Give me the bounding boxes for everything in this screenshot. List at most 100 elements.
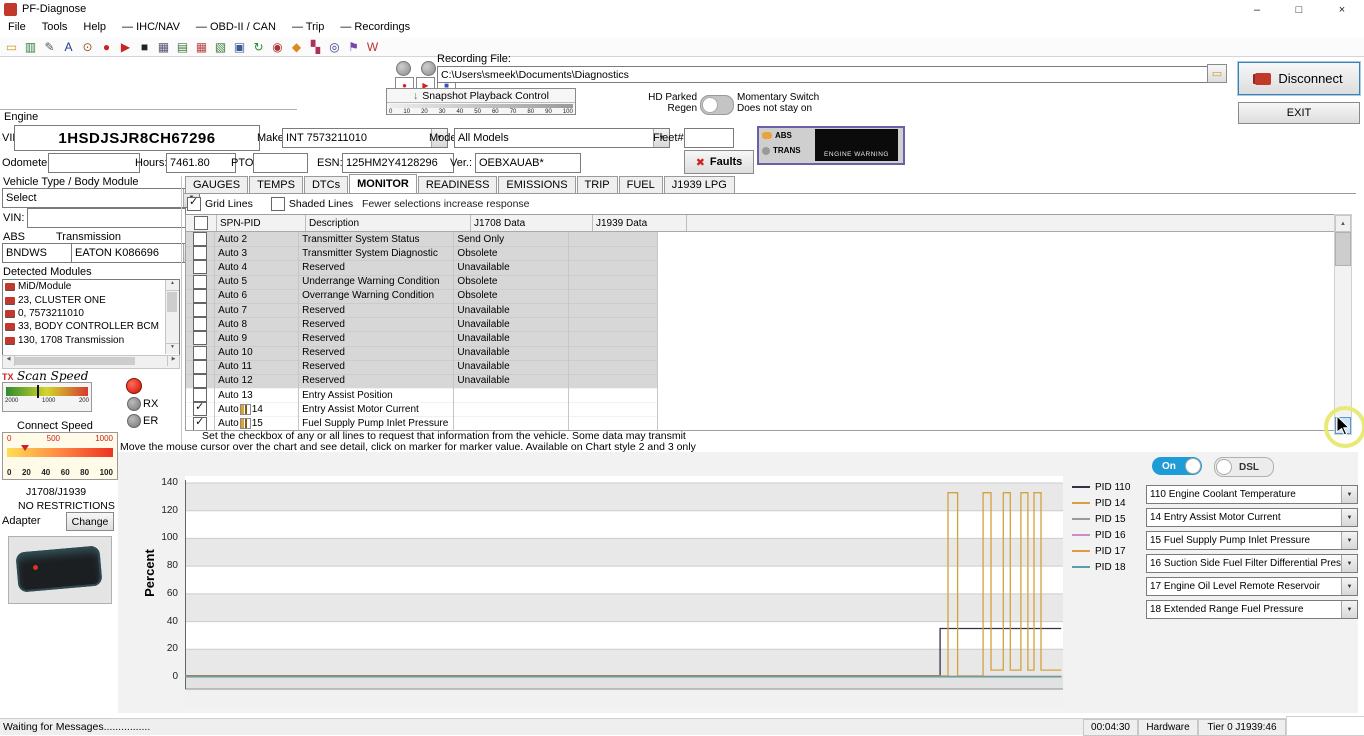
browse-folder-button[interactable]: ▭ bbox=[1207, 64, 1227, 83]
table-row[interactable]: Auto 7ReservedUnavailable bbox=[186, 303, 658, 317]
odometer-input[interactable] bbox=[48, 153, 140, 173]
row-checkbox[interactable] bbox=[193, 417, 207, 431]
snapshot-playback-control[interactable]: ↓ Snapshot Playback Control 010203040506… bbox=[386, 88, 576, 115]
scroll-thumb[interactable] bbox=[167, 292, 177, 312]
tab-emissions[interactable]: EMISSIONS bbox=[498, 176, 575, 194]
image-icon[interactable]: ▧ bbox=[212, 39, 229, 55]
row-checkbox[interactable] bbox=[193, 246, 207, 260]
model-dropdown[interactable]: All Models bbox=[454, 128, 670, 148]
monitor-chart[interactable] bbox=[185, 476, 1063, 708]
table-row[interactable]: Auto 12ReservedUnavailable bbox=[186, 374, 658, 388]
grid-lines-checkbox[interactable] bbox=[187, 197, 201, 211]
sidebar-vin-input[interactable] bbox=[27, 208, 186, 228]
watermark-icon[interactable]: W bbox=[364, 39, 381, 55]
menu-item-ihc-nav[interactable]: — IHC/NAV bbox=[114, 20, 188, 35]
chart-on-toggle[interactable]: On bbox=[1152, 457, 1202, 475]
scroll-right-icon[interactable]: ▶ bbox=[167, 356, 179, 366]
calendar-icon[interactable]: ▦ bbox=[155, 39, 172, 55]
pid-selector[interactable]: 15 Fuel Supply Pump Inlet Pressure bbox=[1146, 531, 1358, 550]
exit-button[interactable]: EXIT bbox=[1238, 102, 1360, 124]
row-checkbox[interactable] bbox=[193, 346, 207, 360]
header-checkbox[interactable] bbox=[194, 216, 208, 230]
table-row[interactable]: Auto 14Entry Assist Motor Current bbox=[186, 402, 658, 416]
close-button[interactable]: × bbox=[1320, 0, 1364, 20]
edit-icon[interactable]: ✎ bbox=[41, 39, 58, 55]
dsl-toggle[interactable]: DSL bbox=[1214, 457, 1274, 477]
module-scan-icon[interactable]: ▥ bbox=[22, 39, 39, 55]
row-checkbox[interactable] bbox=[193, 317, 207, 331]
table-row[interactable]: Auto 6Overrange Warning ConditionObsolet… bbox=[186, 289, 658, 303]
menu-item-trip[interactable]: — Trip bbox=[284, 20, 332, 35]
refresh-icon[interactable]: ↻ bbox=[250, 39, 267, 55]
play-icon[interactable]: ▶ bbox=[117, 39, 134, 55]
menu-item-obd-ii-can[interactable]: — OBD-II / CAN bbox=[188, 20, 284, 35]
table-row[interactable]: Auto 4ReservedUnavailable bbox=[186, 260, 658, 274]
row-checkbox[interactable] bbox=[193, 374, 207, 388]
row-checkbox[interactable] bbox=[193, 232, 207, 246]
row-checkbox[interactable] bbox=[193, 360, 207, 374]
grid-icon[interactable]: ▦ bbox=[193, 39, 210, 55]
tab-j1939-lpg[interactable]: J1939 LPG bbox=[664, 176, 735, 194]
change-adapter-button[interactable]: Change bbox=[66, 512, 114, 531]
pid-selector[interactable]: 17 Engine Oil Level Remote Reservoir bbox=[1146, 577, 1358, 596]
hours-input[interactable]: 7461.80 bbox=[166, 153, 236, 173]
snapshot-slider[interactable] bbox=[389, 104, 573, 108]
module-item[interactable]: 130, 1708 Transmission bbox=[3, 334, 179, 347]
make-dropdown[interactable]: INT 7573211010 bbox=[282, 128, 448, 148]
maximize-button[interactable]: □ bbox=[1278, 0, 1320, 20]
table-row[interactable]: Auto 5Underrange Warning ConditionObsole… bbox=[186, 275, 658, 289]
pid-selector[interactable]: 18 Extended Range Fuel Pressure bbox=[1146, 600, 1358, 619]
tab-trip[interactable]: TRIP bbox=[577, 176, 618, 194]
modules-scrollbar[interactable]: ▲ ▼ bbox=[165, 280, 179, 354]
minimize-button[interactable]: – bbox=[1236, 0, 1278, 20]
tab-dtcs[interactable]: DTCs bbox=[304, 176, 348, 194]
tab-temps[interactable]: TEMPS bbox=[249, 176, 303, 194]
table-row[interactable]: Auto 11ReservedUnavailable bbox=[186, 360, 658, 374]
compare-icon[interactable]: ▚ bbox=[307, 39, 324, 55]
scrollbar-up-button[interactable]: ▲ bbox=[1335, 215, 1351, 232]
row-checkbox[interactable] bbox=[193, 402, 207, 416]
stop-icon[interactable]: ■ bbox=[136, 39, 153, 55]
table-row[interactable]: Auto 3Transmitter System DiagnosticObsol… bbox=[186, 246, 658, 260]
shaded-lines-checkbox[interactable] bbox=[271, 197, 285, 211]
fleet-input[interactable] bbox=[684, 128, 734, 148]
row-checkbox[interactable] bbox=[193, 303, 207, 317]
flag-icon[interactable]: ⚑ bbox=[345, 39, 362, 55]
vin-value[interactable]: 1HSDJSJR8CH67296 bbox=[14, 125, 260, 151]
menu-item-file[interactable]: File bbox=[0, 20, 34, 35]
table-row[interactable]: Auto 2Transmitter System StatusSend Only bbox=[186, 232, 658, 246]
row-checkbox[interactable] bbox=[193, 331, 207, 345]
probe-icon[interactable]: ⊙ bbox=[79, 39, 96, 55]
esn-input[interactable]: 125HM2Y4128296 bbox=[342, 153, 454, 173]
table-row[interactable]: Auto 8ReservedUnavailable bbox=[186, 317, 658, 331]
tab-readiness[interactable]: READINESS bbox=[418, 176, 498, 194]
table-scrollbar[interactable]: ▲ ▼ bbox=[1334, 214, 1352, 435]
globe-icon[interactable]: ◉ bbox=[269, 39, 286, 55]
save-icon[interactable]: ▣ bbox=[231, 39, 248, 55]
vehicle-type-dropdown[interactable]: Select bbox=[2, 188, 200, 208]
row-checkbox[interactable] bbox=[193, 260, 207, 274]
ver-input[interactable]: OEBXAUAB* bbox=[475, 153, 581, 173]
module-item[interactable]: 23, CLUSTER ONE bbox=[3, 293, 179, 306]
report-icon[interactable]: ▤ bbox=[174, 39, 191, 55]
scroll-down-icon[interactable]: ▼ bbox=[166, 343, 179, 354]
connect-gauge-pointer[interactable] bbox=[21, 445, 29, 451]
table-row[interactable]: Auto 10ReservedUnavailable bbox=[186, 346, 658, 360]
pid-selector[interactable]: 14 Entry Assist Motor Current bbox=[1146, 508, 1358, 527]
faults-button[interactable]: ✖ Faults bbox=[684, 150, 754, 174]
menu-item-recordings[interactable]: — Recordings bbox=[332, 20, 418, 35]
row-checkbox[interactable] bbox=[193, 275, 207, 289]
font-icon[interactable]: A bbox=[60, 39, 77, 55]
module-item[interactable]: 33, BODY CONTROLLER BCM bbox=[3, 320, 179, 333]
hscroll-thumb[interactable] bbox=[15, 357, 135, 365]
recording-path-input[interactable]: C:\Users\smeek\Documents\Diagnostics bbox=[437, 66, 1212, 83]
row-checkbox[interactable] bbox=[193, 289, 207, 303]
menu-item-help[interactable]: Help bbox=[75, 20, 114, 35]
diamond-icon[interactable]: ◆ bbox=[288, 39, 305, 55]
row-checkbox[interactable] bbox=[193, 388, 207, 402]
disconnect-button[interactable]: Disconnect bbox=[1238, 62, 1360, 95]
pid-selector[interactable]: 110 Engine Coolant Temperature bbox=[1146, 485, 1358, 504]
table-row[interactable]: Auto 15Fuel Supply Pump Inlet Pressure bbox=[186, 416, 658, 430]
pto-input[interactable] bbox=[253, 153, 308, 173]
hd-regen-toggle[interactable] bbox=[700, 95, 734, 115]
